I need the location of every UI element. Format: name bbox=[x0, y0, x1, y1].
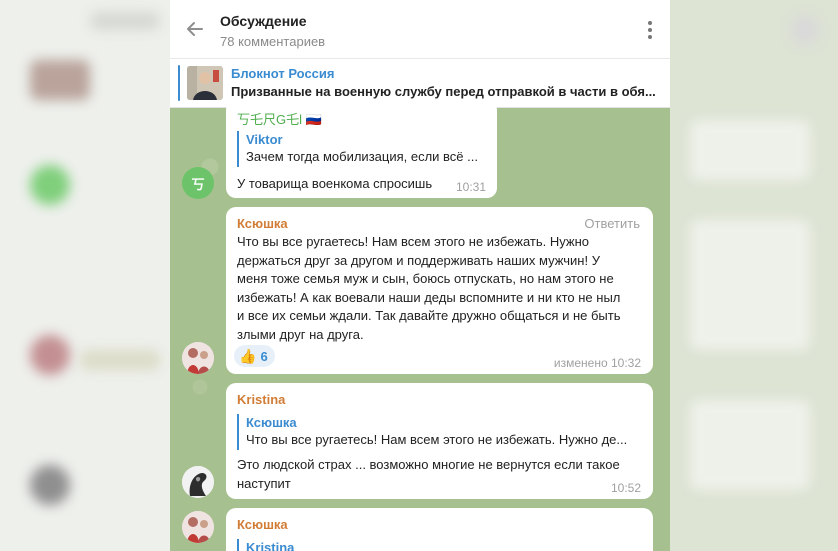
message-line: наступит bbox=[237, 475, 291, 491]
background-blob bbox=[90, 12, 160, 30]
channel-name: Блокнот Россия bbox=[231, 66, 335, 81]
message-line: Что вы все ругаетесь! Нам всем этого не … bbox=[237, 234, 589, 249]
avatar-letter: 丂 bbox=[191, 176, 205, 192]
background-blob bbox=[30, 60, 90, 100]
arrow-left-icon bbox=[187, 22, 203, 36]
message-time: 10:52 bbox=[610, 481, 641, 495]
avatar-photo bbox=[182, 511, 214, 543]
message-bubble[interactable]: Ксюшка Kristina bbox=[226, 508, 653, 551]
back-button[interactable] bbox=[180, 14, 210, 44]
discussion-header: Обсуждение 78 комментариев bbox=[170, 0, 670, 59]
message-bubble[interactable]: Kristina Ксюшка Что вы все ругаетесь! На… bbox=[226, 383, 653, 499]
background-blob bbox=[690, 400, 810, 490]
message-time: изменено 10:32 bbox=[553, 356, 641, 370]
sender-name-text: 丂乇尺G乇l bbox=[237, 112, 303, 127]
background-blob bbox=[30, 165, 70, 205]
sender-name: 丂乇尺G乇l 🇷🇺 bbox=[237, 109, 322, 128]
message-line: держаться друг за другом и поддерживать … bbox=[237, 252, 600, 268]
more-vertical-icon bbox=[648, 21, 652, 39]
reply-author: Viktor bbox=[246, 132, 283, 147]
avatar-photo bbox=[182, 466, 214, 498]
discussion-panel: Обсуждение 78 комментариев Блокнот Росси… bbox=[170, 0, 670, 551]
reply-quote[interactable]: Ксюшка Что вы все ругаетесь! Нам всем эт… bbox=[237, 414, 646, 450]
message-line: и все их семьи ждали. Так давайте дружно… bbox=[237, 308, 621, 323]
more-menu-button[interactable] bbox=[640, 16, 660, 44]
message-line: Это людской страх ... возможно многие не… bbox=[237, 457, 620, 472]
sender-name: Ксюшка bbox=[237, 517, 288, 532]
message-line: избежать! А как воевали наши деды вспомн… bbox=[237, 289, 621, 305]
reply-snippet: Зачем тогда мобилизация, если всё ... bbox=[246, 149, 478, 164]
message-bubble[interactable]: Ксюшка Ответить Что вы все ругаетесь! На… bbox=[226, 207, 653, 374]
message-line: меня тоже семья муж и сын, боюсь отпуска… bbox=[237, 271, 614, 286]
pinned-accent-bar bbox=[178, 65, 180, 101]
post-thumbnail-image bbox=[187, 66, 223, 100]
background-blob bbox=[80, 350, 160, 370]
avatar[interactable]: 丂 bbox=[182, 167, 214, 199]
avatar[interactable] bbox=[182, 342, 214, 374]
reply-snippet: Что вы все ругаетесь! Нам всем этого не … bbox=[246, 432, 628, 447]
thumbs-up-icon: 👍 bbox=[239, 347, 257, 364]
message-bubble[interactable]: 丂乇尺G乇l 🇷🇺 Viktor Зачем тогда мобилизация… bbox=[226, 100, 497, 198]
background-blob bbox=[790, 15, 820, 45]
sender-name: Kristina bbox=[237, 392, 286, 407]
message-line: злыми друг на друга. bbox=[237, 326, 364, 342]
background-blob bbox=[690, 220, 810, 350]
avatar[interactable] bbox=[182, 511, 214, 543]
reaction-count: 6 bbox=[260, 348, 268, 364]
comments-count: 78 комментариев bbox=[220, 34, 326, 49]
message-text: У товарища военкома спросишь bbox=[237, 176, 433, 191]
page-title: Обсуждение bbox=[220, 13, 307, 29]
reply-quote[interactable]: Viktor Зачем тогда мобилизация, если всё… bbox=[237, 131, 492, 167]
reaction-badge[interactable]: 👍 6 bbox=[234, 345, 275, 367]
reply-author: Ксюшка bbox=[246, 415, 297, 430]
background-blob bbox=[30, 335, 70, 375]
message-text: Что вы все ругаетесь! Нам всем этого не … bbox=[237, 233, 647, 344]
avatar[interactable] bbox=[182, 466, 214, 498]
background-blob bbox=[690, 120, 810, 180]
flag-emoji: 🇷🇺 bbox=[305, 112, 322, 127]
sender-name: Ксюшка bbox=[237, 216, 288, 231]
reply-author: Kristina bbox=[246, 540, 295, 551]
message-time: 10:31 bbox=[455, 180, 486, 194]
background-blob bbox=[30, 465, 70, 505]
pinned-post-text: Призванные на военную службу перед отпра… bbox=[231, 84, 656, 99]
post-thumbnail bbox=[187, 66, 223, 100]
reply-quote[interactable]: Kristina bbox=[237, 539, 646, 551]
message-text: Это людской страх ... возможно многие не… bbox=[237, 456, 647, 493]
avatar-photo bbox=[182, 342, 214, 374]
reply-button[interactable]: Ответить bbox=[584, 216, 640, 231]
